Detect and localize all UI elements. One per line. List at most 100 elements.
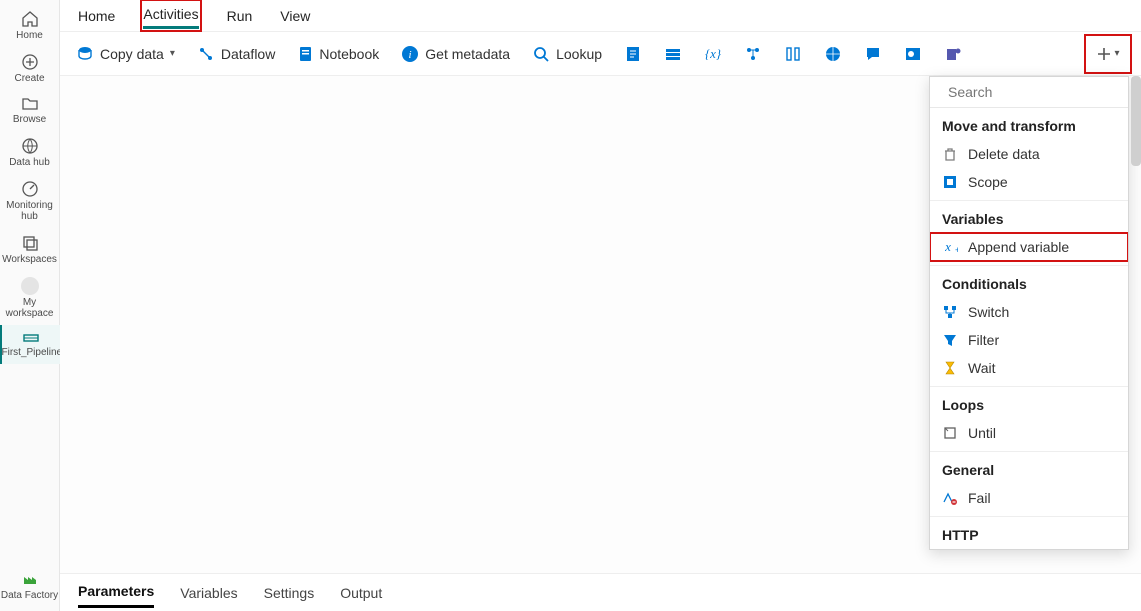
item-fail-label: Fail (968, 490, 991, 506)
svg-text:x: x (944, 240, 951, 254)
nav-workspaces-label: Workspaces (0, 254, 60, 265)
bottom-tab-parameters[interactable]: Parameters (78, 577, 154, 608)
nav-home-label: Home (0, 30, 60, 41)
plus-circle-icon (21, 53, 39, 71)
fail-icon (942, 490, 958, 506)
activities-toolbar: Copy data ▾ Dataflow Notebook i Get meta… (60, 32, 1141, 76)
nav-data-factory[interactable]: Data Factory (0, 564, 60, 611)
folder-icon (21, 96, 39, 112)
tab-home[interactable]: Home (78, 4, 115, 28)
item-wait[interactable]: Wait (930, 354, 1128, 382)
switch-icon (942, 304, 958, 320)
teams-button[interactable] (940, 42, 966, 66)
chat-icon (864, 45, 882, 63)
monitor-icon (21, 180, 39, 198)
column-icon (784, 45, 802, 63)
item-switch-label: Switch (968, 304, 1009, 320)
item-append-variable[interactable]: x+ Append variable (930, 233, 1128, 261)
tab-view[interactable]: View (280, 4, 310, 28)
dataflow-button[interactable]: Dataflow (193, 42, 279, 66)
lookup-button[interactable]: Lookup (528, 42, 606, 66)
bottom-tabs: Parameters Variables Settings Output (60, 573, 1141, 611)
group-move-transform: Move and transform (930, 108, 1128, 140)
svg-text:{x}: {x} (705, 46, 722, 61)
nav-create[interactable]: Create (0, 47, 60, 90)
chevron-down-icon: ▾ (1114, 48, 1119, 59)
notebook-button[interactable]: Notebook (293, 42, 383, 66)
svg-text:+: + (955, 245, 958, 254)
chevron-down-icon: ▾ (170, 48, 175, 59)
variable-button[interactable]: {x} (700, 42, 726, 66)
get-metadata-button[interactable]: i Get metadata (397, 42, 514, 66)
filter-icon (942, 332, 958, 348)
lookup-icon (532, 45, 550, 63)
tab-activities[interactable]: Activities (143, 2, 198, 29)
get-metadata-label: Get metadata (425, 46, 510, 62)
group-http: HTTP (930, 517, 1128, 549)
nav-my-workspace[interactable]: My workspace (0, 271, 60, 325)
main-area: Home Activities Run View Copy data ▾ Dat… (60, 0, 1141, 611)
item-append-variable-label: Append variable (968, 239, 1069, 255)
outlook-icon (904, 45, 922, 63)
variable-plus-icon: x+ (942, 239, 958, 255)
trash-icon (942, 146, 958, 162)
group-variables: Variables (930, 201, 1128, 233)
bottom-tab-output[interactable]: Output (340, 579, 382, 607)
copy-data-icon (76, 45, 94, 63)
add-activity-button[interactable]: ▾ (1087, 37, 1129, 71)
nav-browse-label: Browse (0, 114, 60, 125)
chat-button[interactable] (860, 42, 886, 66)
nav-datahub-label: Data hub (0, 157, 60, 168)
item-until[interactable]: Until (930, 419, 1128, 447)
nav-browse[interactable]: Browse (0, 90, 60, 131)
dataflow-icon (197, 45, 215, 63)
item-scope[interactable]: Scope (930, 168, 1128, 196)
powerautomate-button[interactable] (740, 42, 766, 66)
nav-first-pipeline[interactable]: First_Pipeline (0, 325, 60, 364)
group-conditionals: Conditionals (930, 266, 1128, 298)
item-delete-data[interactable]: Delete data (930, 140, 1128, 168)
group-loops: Loops (930, 387, 1128, 419)
tab-run[interactable]: Run (227, 4, 253, 28)
hourglass-icon (942, 360, 958, 376)
info-icon: i (401, 45, 419, 63)
scope-icon (942, 174, 958, 190)
nav-workspaces[interactable]: Workspaces (0, 228, 60, 271)
bottom-tab-settings[interactable]: Settings (264, 579, 315, 607)
group-general: General (930, 452, 1128, 484)
nav-monitoring[interactable]: Monitoring hub (0, 174, 60, 228)
activity-search[interactable] (930, 77, 1128, 108)
column-button[interactable] (780, 42, 806, 66)
bottom-tab-variables[interactable]: Variables (180, 579, 237, 607)
list-icon (664, 45, 682, 63)
until-icon (942, 425, 958, 441)
activity-search-input[interactable] (946, 83, 1129, 101)
notebook-icon (297, 45, 313, 63)
factory-icon (21, 570, 39, 588)
list-button[interactable] (660, 42, 686, 66)
web-button[interactable] (820, 42, 846, 66)
item-fail[interactable]: Fail (930, 484, 1128, 512)
copy-data-button[interactable]: Copy data ▾ (72, 42, 179, 66)
item-switch[interactable]: Switch (930, 298, 1128, 326)
workspaces-icon (21, 234, 39, 252)
nav-create-label: Create (0, 73, 60, 84)
scrollbar[interactable] (1131, 76, 1141, 166)
nav-first-pipeline-label: First_Pipeline (2, 347, 60, 358)
top-tabs: Home Activities Run View (60, 0, 1141, 32)
item-filter[interactable]: Filter (930, 326, 1128, 354)
script-button[interactable] (620, 42, 646, 66)
nav-data-factory-label: Data Factory (0, 590, 60, 601)
variable-icon: {x} (704, 45, 722, 63)
item-scope-label: Scope (968, 174, 1008, 190)
teams-icon (944, 45, 962, 63)
lookup-label: Lookup (556, 46, 602, 62)
plus-icon (1096, 46, 1112, 62)
dataflow-label: Dataflow (221, 46, 275, 62)
left-nav: Home Create Browse Data hub Monitoring h… (0, 0, 60, 611)
notebook-label: Notebook (319, 46, 379, 62)
nav-home[interactable]: Home (0, 4, 60, 47)
outlook-button[interactable] (900, 42, 926, 66)
dot-icon (21, 277, 39, 295)
nav-datahub[interactable]: Data hub (0, 131, 60, 174)
